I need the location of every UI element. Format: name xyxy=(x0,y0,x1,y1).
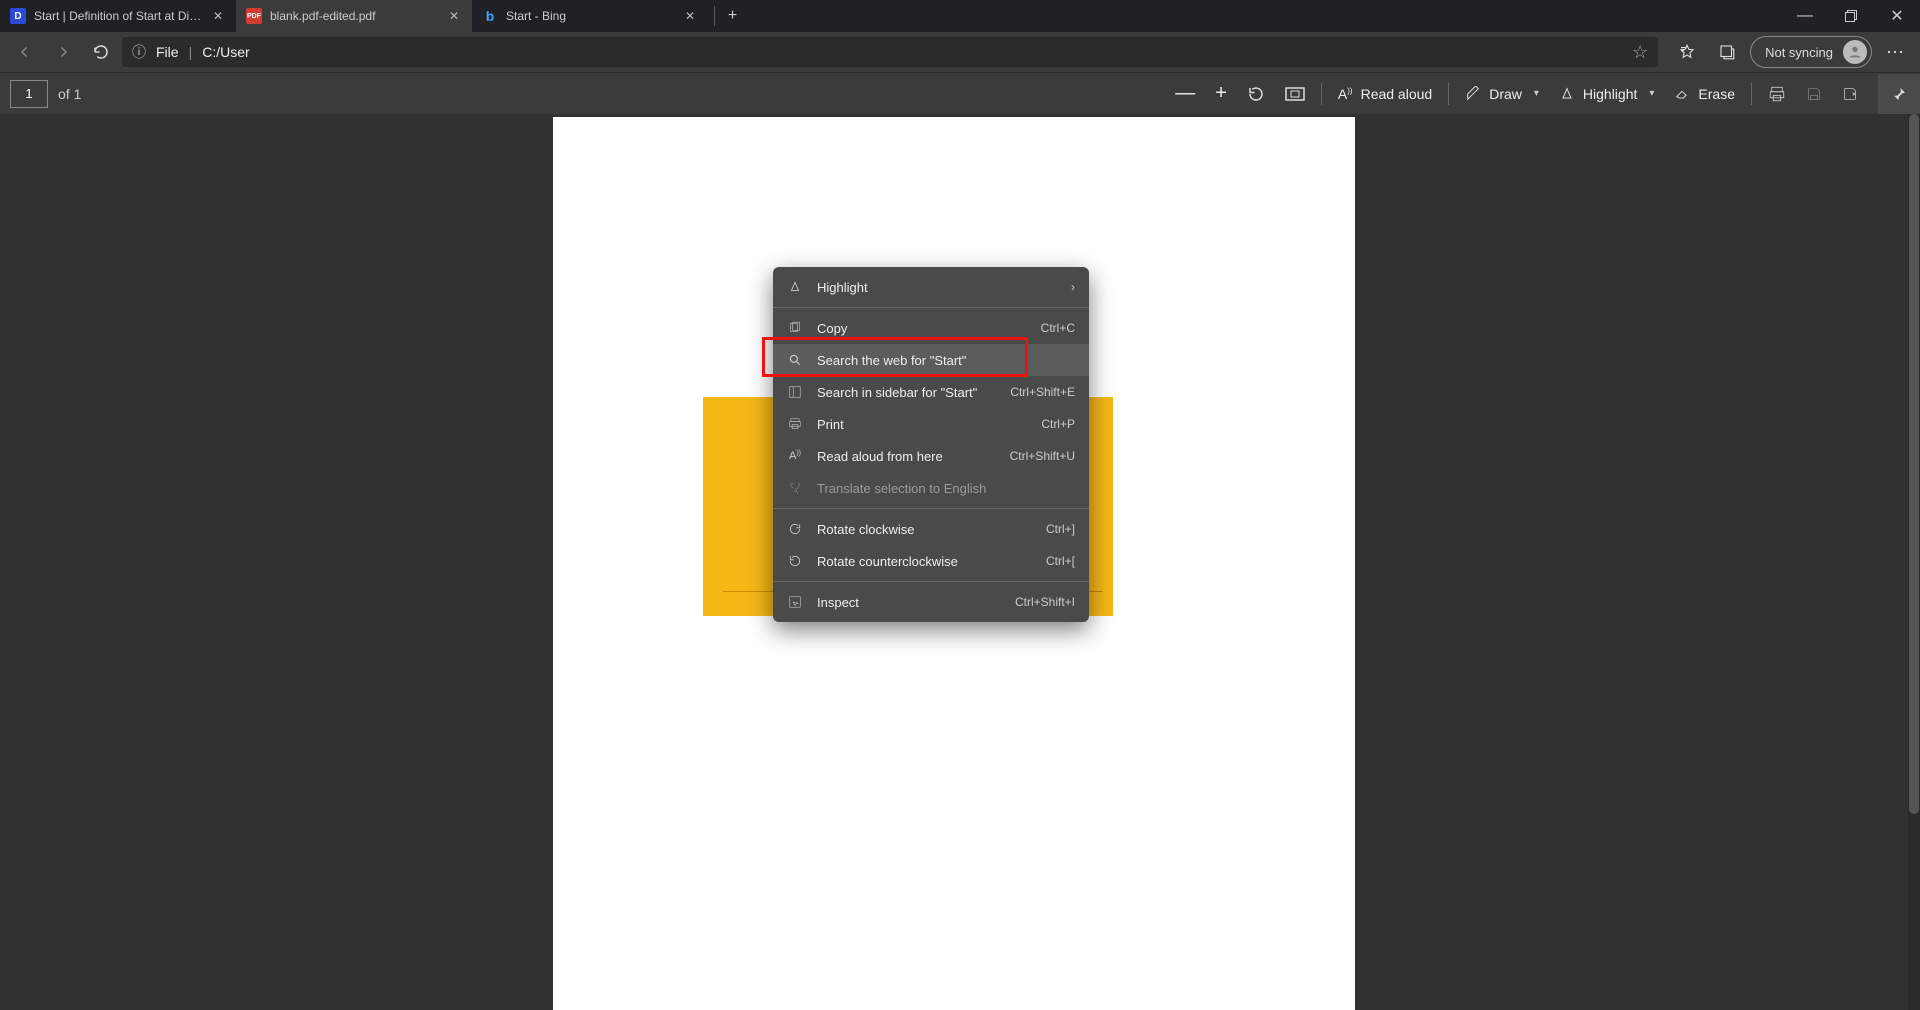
favicon-icon: D xyxy=(10,8,26,24)
draw-button[interactable]: Draw ▾ xyxy=(1455,77,1549,111)
read-aloud-icon: A)) xyxy=(787,450,803,462)
tab-bing[interactable]: b Start - Bing ✕ xyxy=(472,0,708,32)
separator xyxy=(773,581,1089,582)
zoom-in-button[interactable]: + xyxy=(1205,77,1237,111)
vertical-scrollbar[interactable] xyxy=(1908,114,1920,1010)
minimize-button[interactable]: — xyxy=(1782,0,1828,32)
avatar-icon xyxy=(1843,40,1867,64)
read-aloud-icon: A)) xyxy=(1338,86,1353,102)
close-icon[interactable]: ✕ xyxy=(446,8,462,24)
close-window-button[interactable]: ✕ xyxy=(1874,0,1920,32)
rotate-cw-icon xyxy=(787,522,803,536)
ctx-rotate-cw[interactable]: Rotate clockwise Ctrl+] xyxy=(773,513,1089,545)
window-controls: — ✕ xyxy=(1782,0,1920,32)
favicon-icon: PDF xyxy=(246,8,262,24)
refresh-button[interactable] xyxy=(84,35,118,69)
ctx-search-sidebar[interactable]: Search in sidebar for "Start" Ctrl+Shift… xyxy=(773,376,1089,408)
ctx-search-web[interactable]: Search the web for "Start" xyxy=(773,344,1089,376)
scrollbar-thumb[interactable] xyxy=(1909,114,1919,814)
erase-icon xyxy=(1674,86,1690,102)
page-total-label: of 1 xyxy=(58,86,81,102)
print-icon xyxy=(1768,85,1786,103)
ctx-print[interactable]: Print Ctrl+P xyxy=(773,408,1089,440)
separator xyxy=(1448,83,1449,105)
highlight-button[interactable]: Highlight ▾ xyxy=(1549,77,1665,111)
back-button[interactable] xyxy=(8,35,42,69)
rotate-button[interactable] xyxy=(1237,77,1275,111)
pin-toolbar-button[interactable] xyxy=(1878,74,1920,114)
translate-icon xyxy=(787,481,803,495)
address-mode: File xyxy=(156,44,179,60)
zoom-out-button[interactable]: — xyxy=(1165,77,1205,111)
separator xyxy=(773,307,1089,308)
chevron-down-icon[interactable]: ▾ xyxy=(1649,88,1654,99)
context-menu: Highlight › Copy Ctrl+C Search the web f… xyxy=(773,267,1089,622)
highlight-icon xyxy=(1559,86,1575,102)
save-icon xyxy=(1806,86,1822,102)
save-as-icon xyxy=(1842,86,1858,102)
read-aloud-button[interactable]: A)) Read aloud xyxy=(1328,77,1442,111)
forward-button[interactable] xyxy=(46,35,80,69)
tab-pdf[interactable]: PDF blank.pdf-edited.pdf ✕ xyxy=(236,0,472,32)
print-button[interactable] xyxy=(1758,77,1796,111)
ctx-inspect[interactable]: Inspect Ctrl+Shift+I xyxy=(773,586,1089,618)
new-tab-button[interactable]: + xyxy=(714,6,744,26)
inspect-icon xyxy=(787,595,803,609)
maximize-button[interactable] xyxy=(1828,0,1874,32)
title-bar: D Start | Definition of Start at Dictio … xyxy=(0,0,1920,32)
tab-title: blank.pdf-edited.pdf xyxy=(270,9,438,23)
sidebar-search-icon xyxy=(787,385,803,399)
save-as-button[interactable] xyxy=(1832,77,1868,111)
tab-dictionary[interactable]: D Start | Definition of Start at Dictio … xyxy=(0,0,236,32)
favorites-button[interactable] xyxy=(1670,35,1704,69)
profile-sync-button[interactable]: Not syncing xyxy=(1750,36,1872,68)
ctx-highlight[interactable]: Highlight › xyxy=(773,271,1089,303)
favorite-star-icon[interactable]: ☆ xyxy=(1632,42,1648,63)
pdf-toolbar: of 1 — + A)) Read aloud Draw ▾ Highlight… xyxy=(0,72,1920,114)
address-path: C:/User xyxy=(202,44,249,60)
erase-button[interactable]: Erase xyxy=(1664,77,1745,111)
close-icon[interactable]: ✕ xyxy=(210,8,226,24)
draw-icon xyxy=(1465,86,1481,102)
print-icon xyxy=(787,417,803,431)
separator xyxy=(1321,83,1322,105)
pin-icon xyxy=(1891,86,1907,102)
separator xyxy=(773,508,1089,509)
close-icon[interactable]: ✕ xyxy=(682,8,698,24)
tab-title: Start - Bing xyxy=(506,9,674,23)
site-info-icon[interactable]: ⓘ xyxy=(132,42,146,62)
separator xyxy=(1751,83,1752,105)
ctx-translate: Translate selection to English xyxy=(773,472,1089,504)
ctx-copy[interactable]: Copy Ctrl+C xyxy=(773,312,1089,344)
address-row: ⓘ File | C:/User ☆ Not syncing ⋯ xyxy=(0,32,1920,72)
chevron-right-icon: › xyxy=(1071,280,1075,294)
maximize-icon xyxy=(1845,10,1857,22)
rotate-ccw-icon xyxy=(787,554,803,568)
ctx-rotate-ccw[interactable]: Rotate counterclockwise Ctrl+[ xyxy=(773,545,1089,577)
more-button[interactable]: ⋯ xyxy=(1878,35,1912,69)
search-icon xyxy=(787,353,803,367)
address-bar[interactable]: ⓘ File | C:/User ☆ xyxy=(122,37,1658,67)
chevron-down-icon[interactable]: ▾ xyxy=(1534,88,1539,99)
ctx-read-aloud[interactable]: A)) Read aloud from here Ctrl+Shift+U xyxy=(773,440,1089,472)
toolbar-right: Not syncing ⋯ xyxy=(1670,35,1912,69)
collections-button[interactable] xyxy=(1710,35,1744,69)
tab-title: Start | Definition of Start at Dictio xyxy=(34,9,202,23)
address-separator: | xyxy=(189,44,193,60)
favicon-icon: b xyxy=(482,8,498,24)
save-button[interactable] xyxy=(1796,77,1832,111)
highlight-icon xyxy=(787,280,803,294)
page-number-input[interactable] xyxy=(10,80,48,108)
sync-label: Not syncing xyxy=(1765,45,1833,60)
tab-strip: D Start | Definition of Start at Dictio … xyxy=(0,0,1782,32)
copy-icon xyxy=(787,321,803,335)
fit-page-button[interactable] xyxy=(1275,77,1315,111)
